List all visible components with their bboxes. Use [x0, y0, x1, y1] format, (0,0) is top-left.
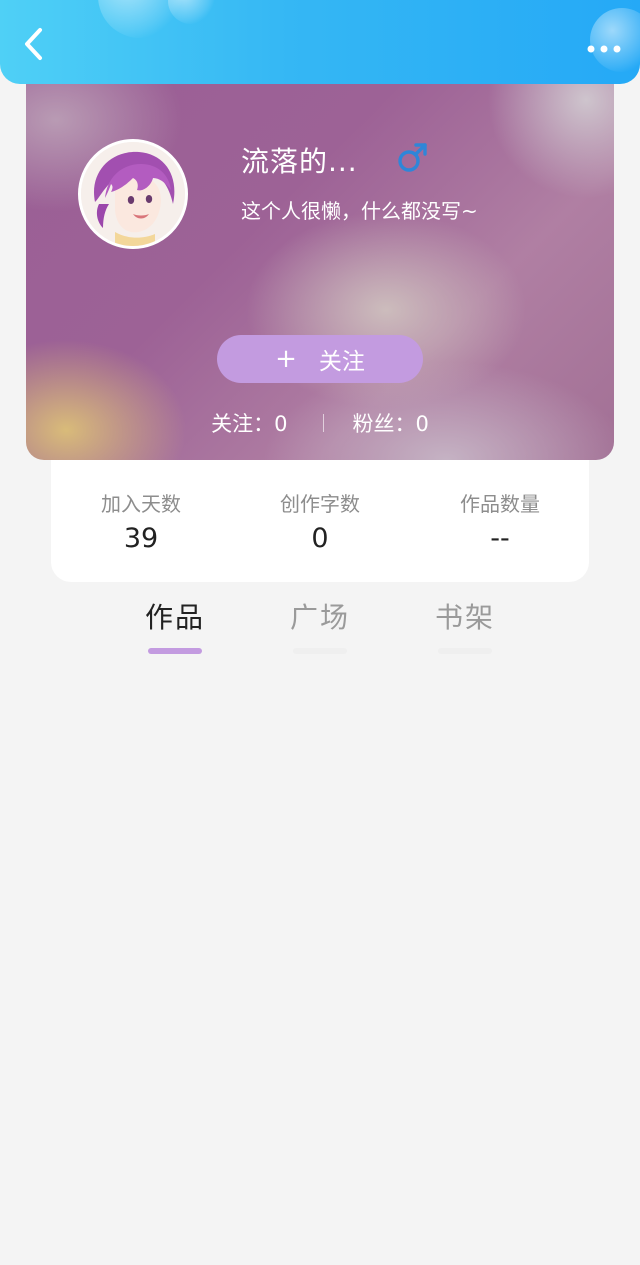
nickname: 流落的... — [241, 145, 358, 178]
more-dots-icon — [586, 39, 622, 58]
decor-bubble — [168, 0, 214, 24]
content-tabs: 作品 广场 书架 — [0, 596, 640, 660]
stats-panel: 加入天数 39 创作字数 0 作品数量 -- — [51, 440, 589, 582]
tab-indicator — [148, 648, 202, 654]
stat-label: 加入天数 — [101, 492, 181, 516]
follow-counts: 关注：0 粉丝：0 — [26, 408, 614, 438]
stat-value: 39 — [123, 523, 159, 554]
back-button[interactable] — [14, 26, 54, 66]
bio-text: 这个人很懒，什么都没写~ — [241, 199, 478, 223]
top-bar — [0, 0, 640, 84]
chevron-left-icon — [22, 27, 46, 65]
stat-label: 创作字数 — [280, 492, 360, 516]
profile-card: 流落的... 这个人很懒，什么都没写~ + 关注 关注：0 粉丝：0 — [26, 60, 614, 460]
plus-icon: + — [275, 344, 297, 374]
tab-label: 作品 — [144, 601, 205, 634]
divider — [322, 414, 324, 432]
stat-join-days: 加入天数 39 — [51, 488, 231, 554]
stat-label: 作品数量 — [460, 492, 540, 516]
tab-indicator — [438, 648, 492, 654]
follow-button-label: 关注 — [318, 349, 365, 375]
tab-works[interactable]: 作品 — [125, 596, 225, 654]
stat-word-count: 创作字数 0 — [230, 488, 410, 554]
tab-label: 书架 — [434, 601, 495, 634]
stat-works-count: 作品数量 -- — [410, 488, 590, 554]
followers-count[interactable]: 粉丝：0 — [353, 408, 429, 438]
following-count-label: 关注：0 — [211, 412, 288, 436]
tab-bookshelf[interactable]: 书架 — [415, 596, 515, 654]
tab-plaza[interactable]: 广场 — [270, 596, 370, 654]
more-button[interactable] — [582, 30, 626, 66]
avatar[interactable] — [78, 139, 188, 249]
tab-indicator — [293, 648, 347, 654]
stat-value: 0 — [311, 523, 329, 554]
stat-value: -- — [490, 523, 510, 554]
following-count[interactable]: 关注：0 — [211, 408, 287, 438]
followers-count-label: 粉丝：0 — [352, 412, 429, 436]
male-icon — [396, 140, 430, 174]
follow-button[interactable]: + 关注 — [217, 335, 423, 383]
tab-label: 广场 — [289, 601, 350, 634]
